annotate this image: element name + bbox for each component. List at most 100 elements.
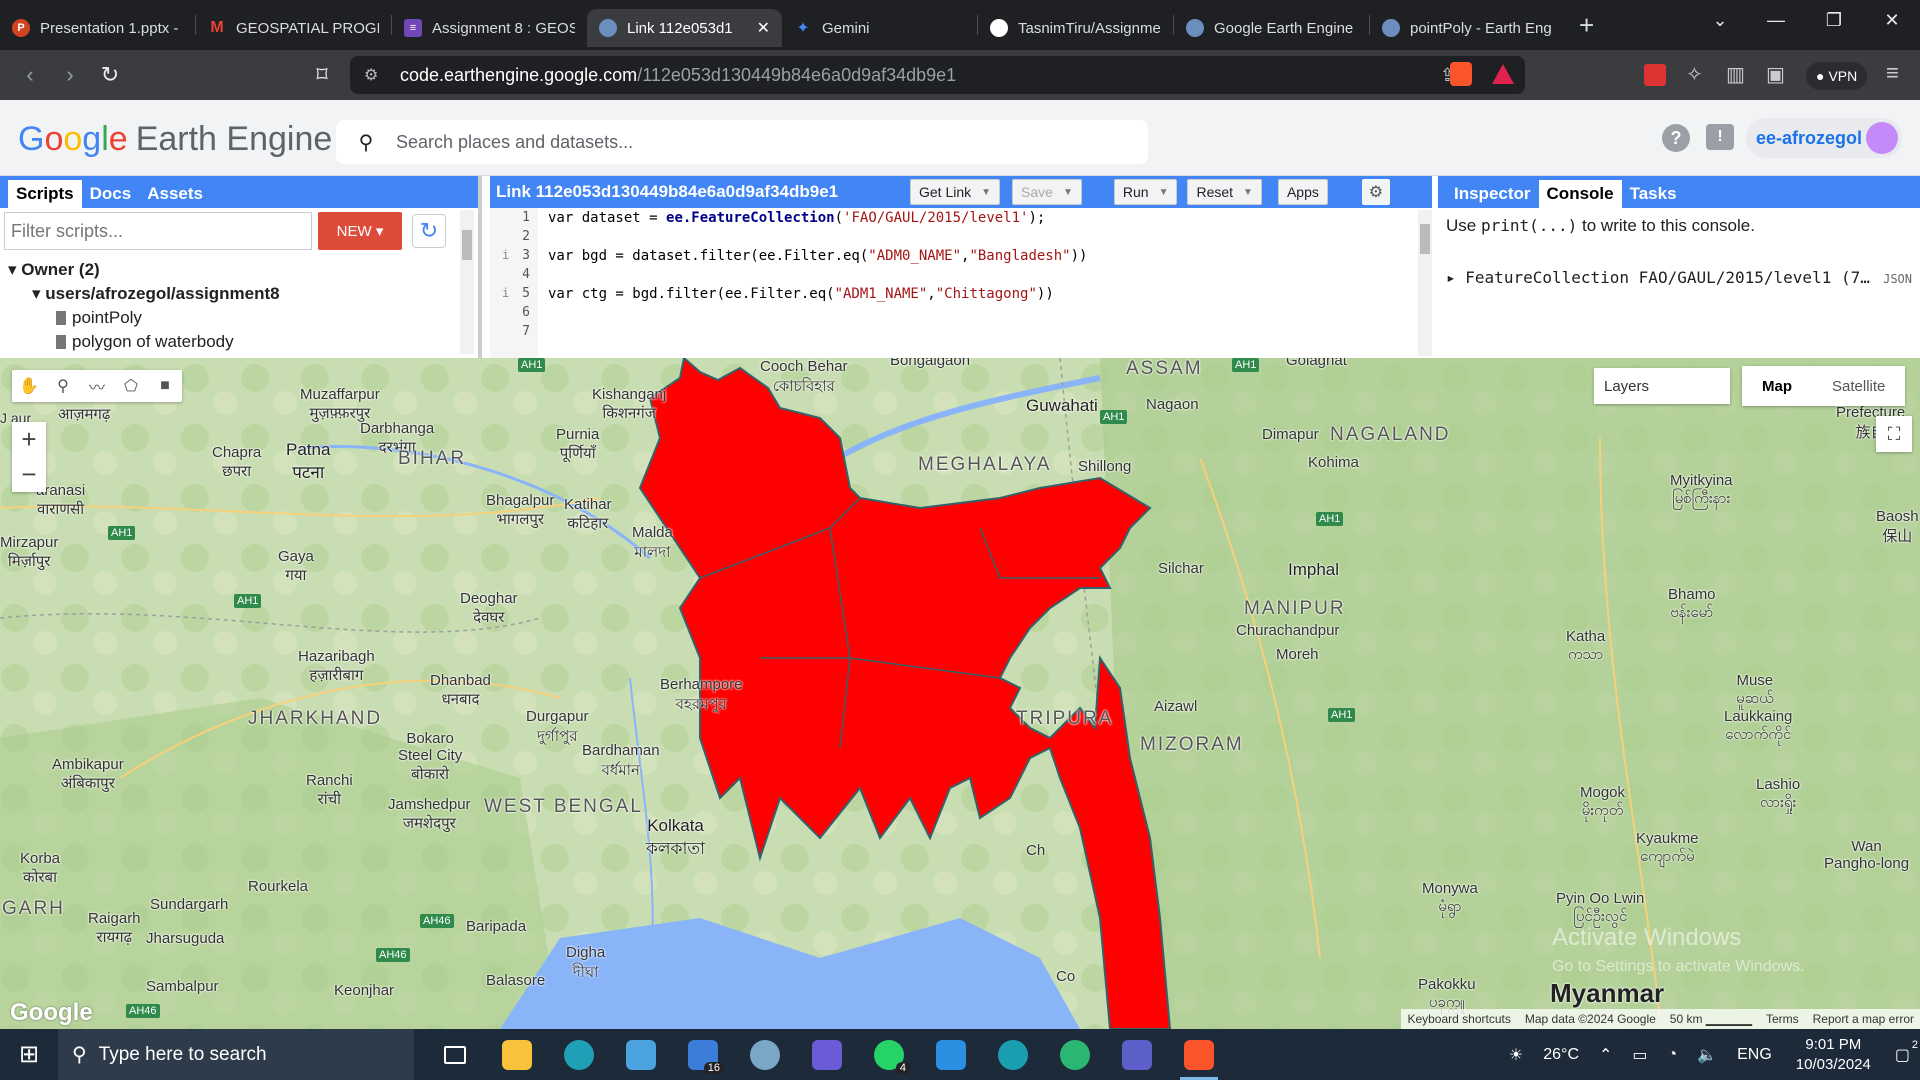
feedback-icon[interactable]: ! bbox=[1706, 124, 1734, 150]
volume-icon[interactable]: 🔈 bbox=[1697, 1045, 1717, 1065]
notification-icon[interactable]: ▢ 2 bbox=[1895, 1039, 1918, 1065]
pan-hand-icon[interactable]: ✋ bbox=[12, 370, 46, 402]
wallet-icon[interactable]: ▣ bbox=[1766, 62, 1785, 87]
tree-repo[interactable]: ▾ users/afrozegol/assignment8 bbox=[8, 282, 280, 306]
magnifier-app-icon[interactable] bbox=[734, 1029, 796, 1080]
tab-tasks[interactable]: Tasks bbox=[1622, 180, 1685, 208]
edge-dev-icon[interactable] bbox=[1044, 1029, 1106, 1080]
zoom-out-button[interactable]: − bbox=[12, 457, 46, 492]
sidebar-icon[interactable]: ▥ bbox=[1726, 62, 1745, 87]
whatsapp-icon[interactable]: 4 bbox=[858, 1029, 920, 1080]
run-button[interactable]: Run ▼ bbox=[1113, 179, 1178, 205]
clock[interactable]: 9:01 PM 10/03/2024 bbox=[1796, 1035, 1871, 1075]
arcgis-icon[interactable] bbox=[982, 1029, 1044, 1080]
browser-tab[interactable]: ✦ Gemini bbox=[782, 9, 977, 47]
clipchamp-icon[interactable] bbox=[796, 1029, 858, 1080]
brave-shield-icon[interactable] bbox=[1450, 62, 1472, 86]
vpn-button[interactable]: ● VPN bbox=[1806, 62, 1868, 90]
browser-tab[interactable]: M GEOSPATIAL PROGRA bbox=[196, 9, 391, 47]
scrollbar[interactable] bbox=[1418, 210, 1432, 356]
close-icon[interactable]: ✕ bbox=[757, 18, 770, 38]
marker-icon[interactable]: ⚲ bbox=[46, 370, 80, 402]
code-line[interactable]: 3 i var bgd = dataset.filter(ee.Filter.eq(… bbox=[490, 248, 1420, 267]
gear-icon[interactable]: ⚙ bbox=[1361, 179, 1390, 205]
extension-icon[interactable] bbox=[1644, 64, 1666, 86]
scrollbar-thumb[interactable] bbox=[1420, 224, 1430, 254]
tab-inspector[interactable]: Inspector bbox=[1446, 180, 1539, 208]
polygon-icon[interactable]: ⬠ bbox=[114, 370, 148, 402]
code-line[interactable]: 1 var dataset = ee.FeatureCollection('FAO… bbox=[490, 210, 1420, 229]
map-type-map[interactable]: Map bbox=[1742, 366, 1812, 406]
zoom-in-button[interactable]: + bbox=[12, 422, 46, 457]
dataset-search-input[interactable]: ⚲ Search places and datasets... bbox=[336, 120, 1148, 164]
reload-button[interactable]: ↻ bbox=[90, 55, 130, 95]
info-icon[interactable]: i bbox=[502, 286, 509, 300]
apps-button[interactable]: Apps bbox=[1277, 179, 1328, 205]
layers-button[interactable]: Layers bbox=[1594, 368, 1730, 404]
script-title[interactable]: Link 112e053d130449b84e6a0d9af34db9e1 bbox=[490, 182, 918, 202]
site-info-icon[interactable]: ⚙ bbox=[364, 65, 378, 85]
tab-search-icon[interactable]: ⌄ bbox=[1690, 0, 1750, 40]
browser-tab[interactable]: TasnimTiru/Assignme bbox=[978, 9, 1173, 47]
line-icon[interactable]: 〰 bbox=[80, 370, 114, 402]
puzzle-icon[interactable]: ✧ bbox=[1686, 62, 1703, 87]
tree-file[interactable]: pointPoly bbox=[8, 306, 280, 330]
menu-icon[interactable]: ≡ bbox=[1886, 60, 1899, 86]
url-field[interactable]: ⚙ code.earthengine.google.com/112e053d13… bbox=[350, 56, 1525, 94]
close-window-button[interactable]: ✕ bbox=[1862, 0, 1920, 40]
earth-engine-logo[interactable]: Google Earth Engine bbox=[18, 120, 332, 159]
vscode-icon[interactable] bbox=[920, 1029, 982, 1080]
browser-tab-active[interactable]: Link 112e053d1 ✕ bbox=[587, 9, 782, 47]
chevron-up-icon[interactable]: ⌃ bbox=[1599, 1045, 1612, 1065]
brave-rewards-icon[interactable] bbox=[1492, 64, 1514, 84]
help-icon[interactable]: ? bbox=[1662, 124, 1690, 152]
language-indicator[interactable]: ENG bbox=[1737, 1046, 1772, 1064]
refresh-icon[interactable]: ↻ bbox=[412, 214, 446, 248]
report-error-link[interactable]: Report a map error bbox=[1813, 1012, 1914, 1026]
battery-icon[interactable]: ▭ bbox=[1632, 1045, 1647, 1065]
caret-down-icon[interactable]: ▼ bbox=[1159, 187, 1169, 198]
bookmark-icon[interactable]: ⌑ bbox=[302, 55, 342, 95]
caret-down-icon[interactable]: ▼ bbox=[1063, 187, 1073, 198]
get-link-button[interactable]: Get Link ▼ bbox=[910, 179, 1001, 205]
code-area[interactable]: 1 var dataset = ee.FeatureCollection('FAO… bbox=[490, 208, 1420, 358]
tab-console[interactable]: Console bbox=[1538, 180, 1622, 208]
code-line[interactable]: 2 bbox=[490, 229, 1420, 248]
map-view[interactable]: Muzaffarpur मुज़फ़्फ़रपुर आज़मगढ़ Kishang… bbox=[0, 358, 1920, 1029]
tree-file[interactable]: polygon of waterbody bbox=[8, 330, 280, 354]
code-line[interactable]: 4 bbox=[490, 267, 1420, 286]
info-icon[interactable]: i bbox=[502, 248, 509, 262]
tab-scripts[interactable]: Scripts bbox=[8, 180, 82, 208]
weather-temp[interactable]: 26°C bbox=[1543, 1046, 1579, 1064]
taskbar-search-input[interactable]: ⚲ Type here to search bbox=[58, 1029, 414, 1080]
account-button[interactable]: ee-afrozegol bbox=[1746, 118, 1902, 158]
tab-assets[interactable]: Assets bbox=[139, 180, 211, 208]
terms-link[interactable]: Terms bbox=[1766, 1012, 1799, 1026]
save-button[interactable]: Save ▼ bbox=[1012, 179, 1082, 205]
task-view-icon[interactable] bbox=[424, 1029, 486, 1080]
teams-icon[interactable] bbox=[1106, 1029, 1168, 1080]
wifi-icon[interactable]: ◔ bbox=[1668, 1046, 1678, 1064]
triangle-right-icon[interactable]: ▸ bbox=[1446, 268, 1456, 287]
restore-button[interactable]: ❐ bbox=[1804, 0, 1864, 40]
browser-tab[interactable]: Google Earth Engine bbox=[1174, 9, 1369, 47]
json-toggle[interactable]: JSON bbox=[1883, 272, 1912, 286]
reset-button[interactable]: Reset ▼ bbox=[1187, 179, 1262, 205]
rectangle-icon[interactable]: ■ bbox=[148, 370, 182, 402]
caret-down-icon[interactable]: ▼ bbox=[981, 187, 991, 198]
avatar[interactable] bbox=[1866, 122, 1898, 154]
code-line[interactable]: 5 i var ctg = bgd.filter(ee.Filter.eq("ADM… bbox=[490, 286, 1420, 305]
new-script-button[interactable]: NEW ▾ bbox=[318, 212, 402, 250]
filter-scripts-input[interactable]: Filter scripts... bbox=[4, 212, 312, 250]
forward-button[interactable]: › bbox=[50, 55, 90, 95]
console-output[interactable]: ▸ FeatureCollection FAO/GAUL/2015/level1… bbox=[1446, 268, 1870, 287]
browser-tab[interactable]: pointPoly - Earth Eng bbox=[1370, 9, 1565, 47]
code-line[interactable]: 7 bbox=[490, 324, 1420, 343]
edge-icon[interactable] bbox=[548, 1029, 610, 1080]
store-icon[interactable] bbox=[610, 1029, 672, 1080]
mail-icon[interactable]: 16 bbox=[672, 1029, 734, 1080]
tab-docs[interactable]: Docs bbox=[82, 180, 140, 208]
map-type-satellite[interactable]: Satellite bbox=[1812, 366, 1905, 406]
fullscreen-icon[interactable]: ⛶ bbox=[1876, 416, 1912, 452]
minimize-button[interactable]: — bbox=[1746, 0, 1806, 40]
